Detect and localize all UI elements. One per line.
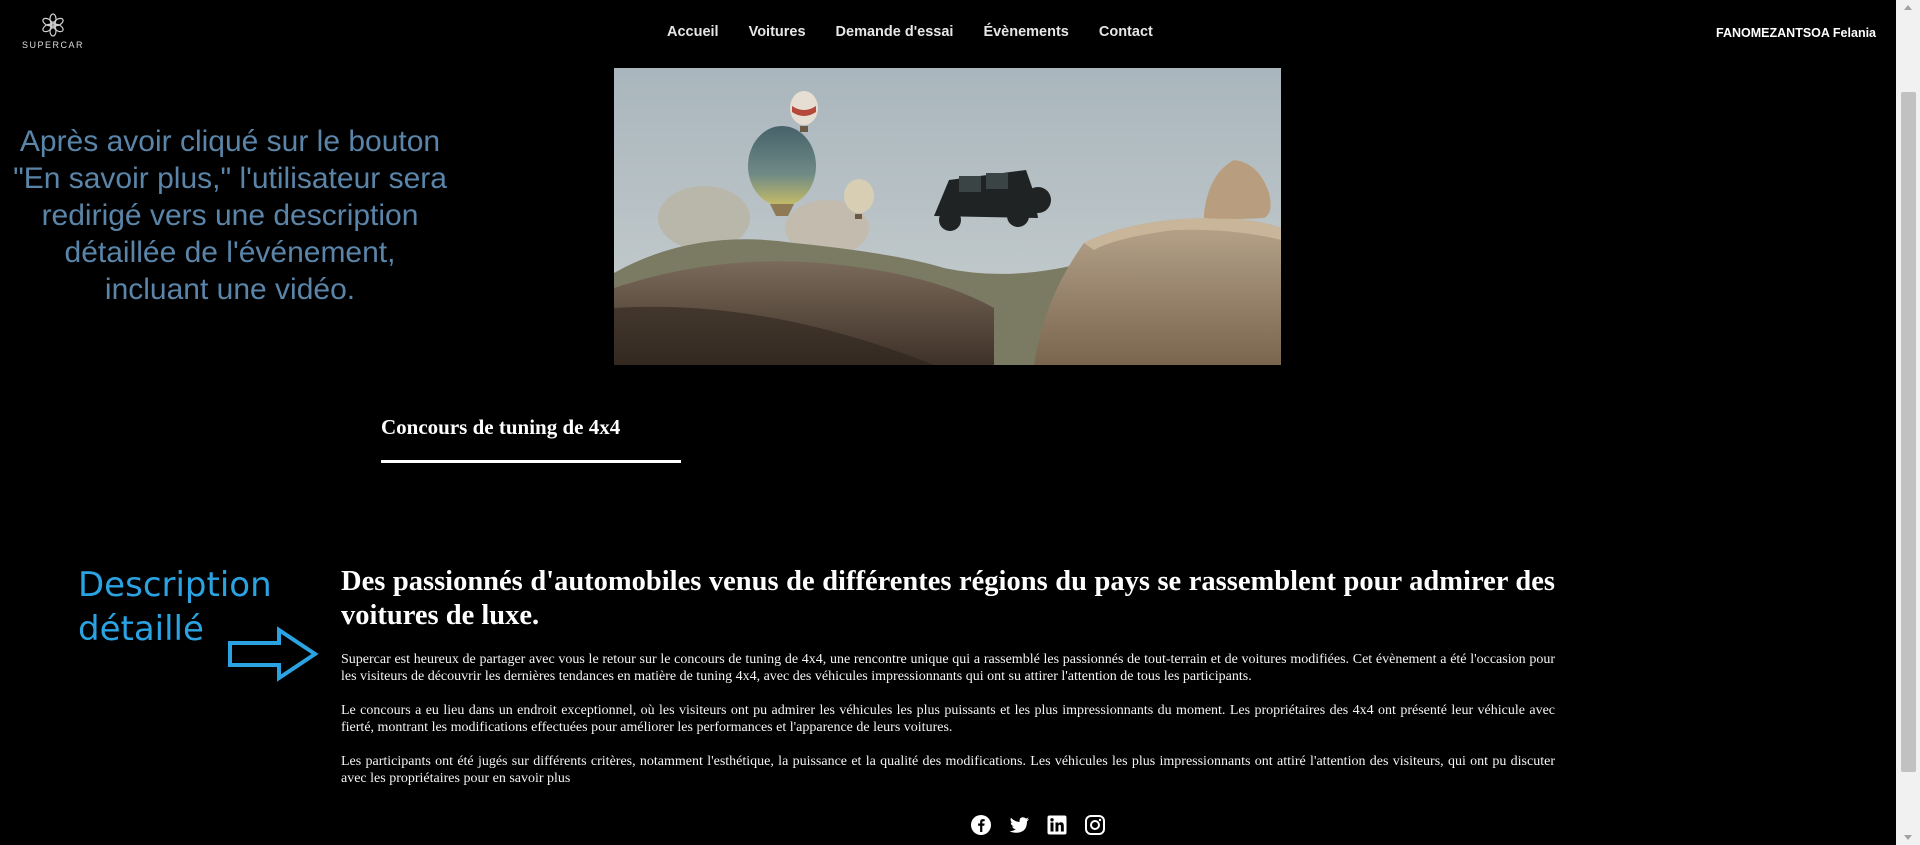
scroll-up-arrow-icon[interactable]: [1904, 5, 1912, 10]
nav-demande-essai[interactable]: Demande d'essai: [836, 24, 954, 40]
event-paragraph-2: Le concours a eu lieu dans un endroit ex…: [341, 703, 1555, 735]
logo-icon: [42, 13, 64, 37]
social-links: [970, 814, 1106, 836]
logo-text: SUPERCAR: [21, 40, 84, 50]
linkedin-icon[interactable]: [1046, 814, 1068, 836]
main-nav: Accueil Voitures Demande d'essai Évèneme…: [667, 24, 1183, 40]
scrollbar[interactable]: [1896, 0, 1920, 845]
instagram-icon[interactable]: [1084, 814, 1106, 836]
scroll-down-arrow-icon[interactable]: [1904, 835, 1912, 840]
logo[interactable]: SUPERCAR: [20, 12, 86, 50]
scroll-thumb[interactable]: [1901, 92, 1916, 772]
event-paragraph-1: Supercar est heureux de partager avec vo…: [341, 652, 1555, 684]
facebook-icon[interactable]: [970, 814, 992, 836]
arrow-right-icon: [228, 626, 319, 682]
nav-contact[interactable]: Contact: [1099, 24, 1153, 40]
twitter-icon[interactable]: [1008, 814, 1030, 836]
event-headline: Des passionnés d'automobiles venus de di…: [341, 566, 1555, 631]
video-frame: [614, 68, 1281, 365]
nav-accueil[interactable]: Accueil: [667, 24, 719, 40]
event-video[interactable]: [614, 68, 1281, 365]
user-name[interactable]: FANOMEZANTSOA Felania: [1716, 26, 1876, 40]
description-annotation-line1: Description: [78, 565, 272, 605]
nav-evenements[interactable]: Évènements: [983, 24, 1068, 40]
event-title-underline: [381, 460, 681, 463]
video-annotation-note: Après avoir cliqué sur le bouton "En sav…: [13, 125, 447, 306]
event-title: Concours de tuning de 4x4: [381, 415, 621, 439]
nav-voitures[interactable]: Voitures: [749, 24, 806, 40]
event-description: Des passionnés d'automobiles venus de di…: [341, 565, 1555, 804]
event-paragraph-3: Les participants ont été jugés sur diffé…: [341, 754, 1555, 786]
